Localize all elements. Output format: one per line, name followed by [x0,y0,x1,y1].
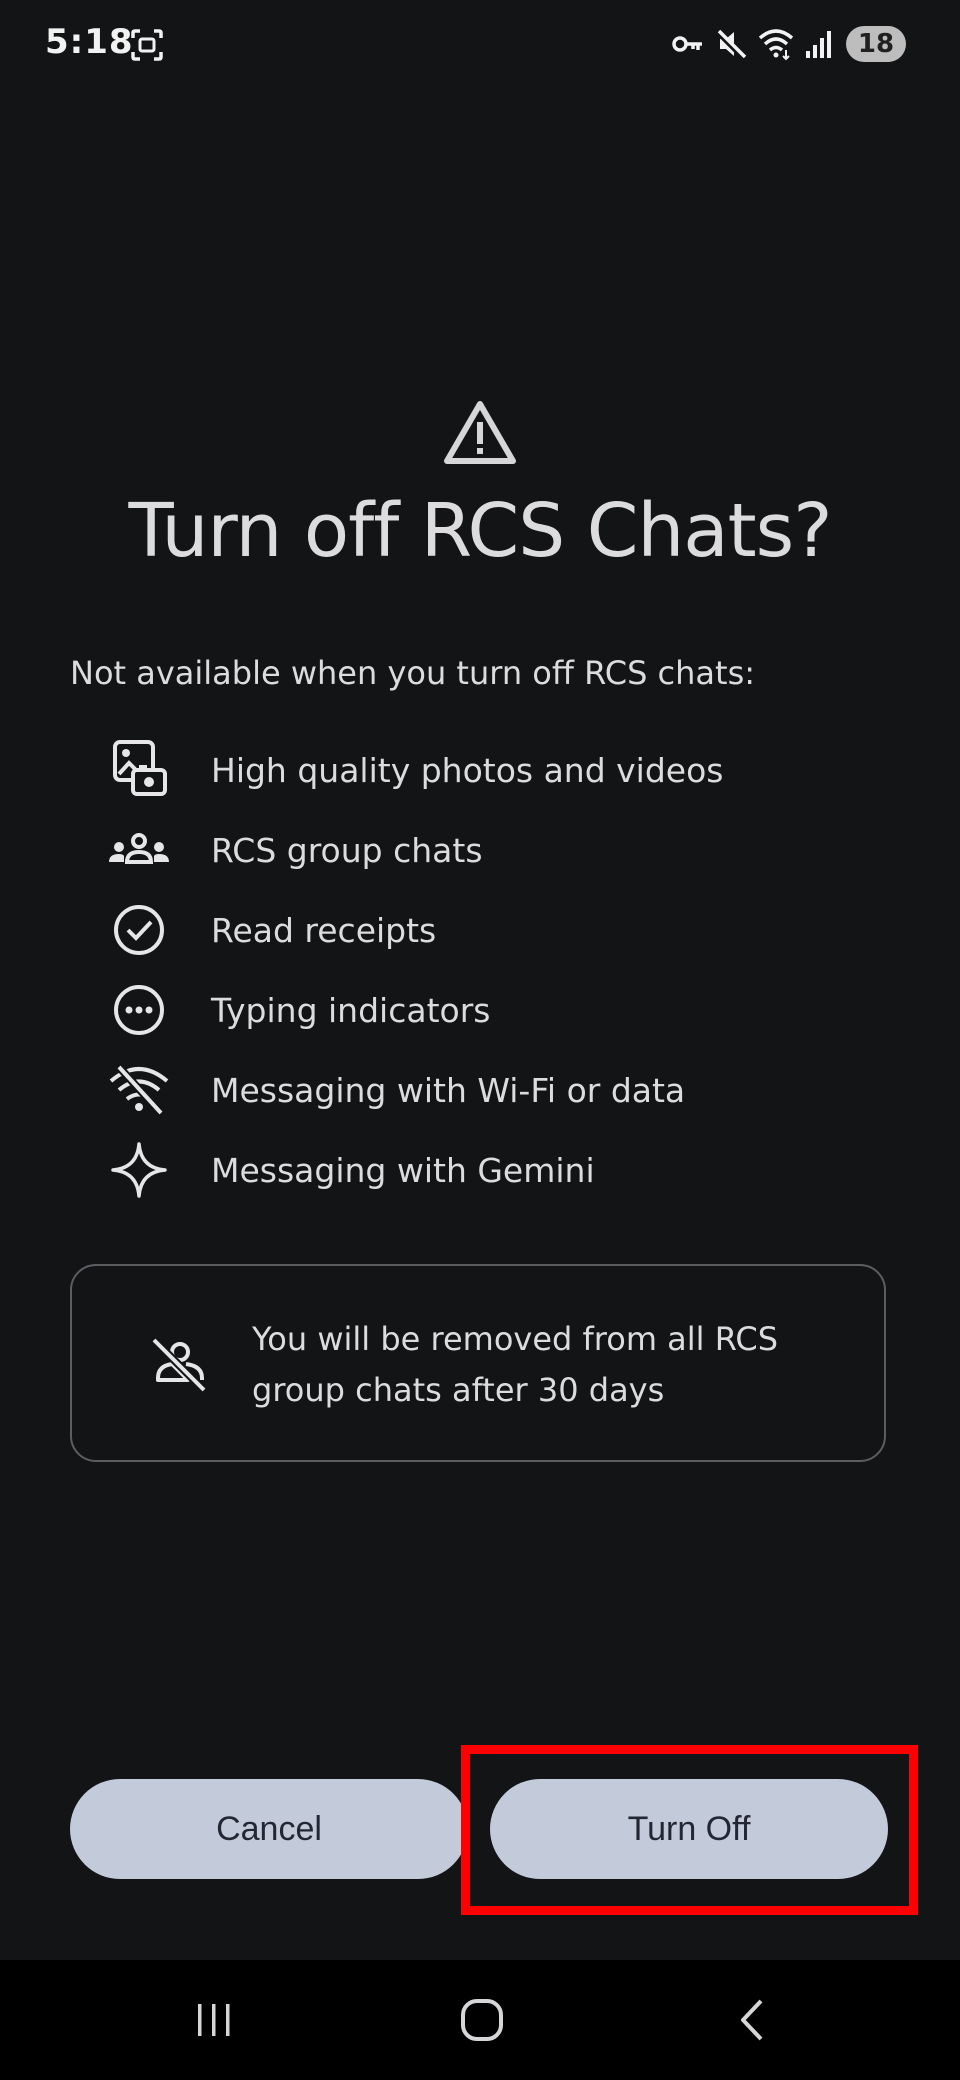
feature-label: High quality photos and videos [211,750,724,790]
wifi-off-icon [100,1058,178,1122]
page-title: Turn off RCS Chats? [128,488,833,574]
warning-icon [444,401,516,464]
list-item: Messaging with Wi-Fi or data [100,1050,900,1130]
list-item: Read receipts [100,890,900,970]
status-icons: 18 [670,24,906,64]
sparkle-icon [100,1138,178,1202]
list-item: RCS group chats [100,810,900,890]
cancel-button[interactable]: Cancel [70,1779,468,1879]
feature-label: Read receipts [211,910,437,950]
check-circle-icon [100,898,178,962]
feature-label: Messaging with Wi-Fi or data [211,1070,686,1110]
status-bar: 5:18 18 [0,0,960,90]
navigation-bar [0,1960,960,2080]
typing-dots-icon [100,978,178,1042]
group-icon [100,818,178,882]
signal-icon [806,31,831,58]
feature-label: RCS group chats [211,830,483,870]
home-icon [461,1999,503,2041]
status-time: 5:18 [45,22,134,62]
photo-video-icon [100,738,178,802]
back-icon [741,1999,763,2041]
recents-button[interactable] [184,1990,244,2050]
feature-label: Typing indicators [211,990,491,1030]
battery-badge: 18 [846,26,906,62]
feature-label: Messaging with Gemini [211,1150,595,1190]
vpn-key-icon [672,36,702,52]
back-button[interactable] [723,1990,783,2050]
home-button[interactable] [452,1990,512,2050]
list-item: High quality photos and videos [100,730,900,810]
highlight-box [461,1745,918,1915]
screenshot-icon [131,29,163,61]
notice-card: You will be removed from all RCS group c… [70,1264,886,1462]
list-item: Typing indicators [100,970,900,1050]
mute-icon [715,29,747,61]
wifi-icon [758,29,794,61]
list-item: Messaging with Gemini [100,1130,900,1210]
intro-text: Not available when you turn off RCS chat… [70,654,756,692]
feature-list: High quality photos and videos RCS group… [100,730,900,1210]
notice-text: You will be removed from all RCS group c… [252,1320,779,1409]
group-off-icon [151,1337,207,1393]
recents-icon [198,2004,230,2036]
